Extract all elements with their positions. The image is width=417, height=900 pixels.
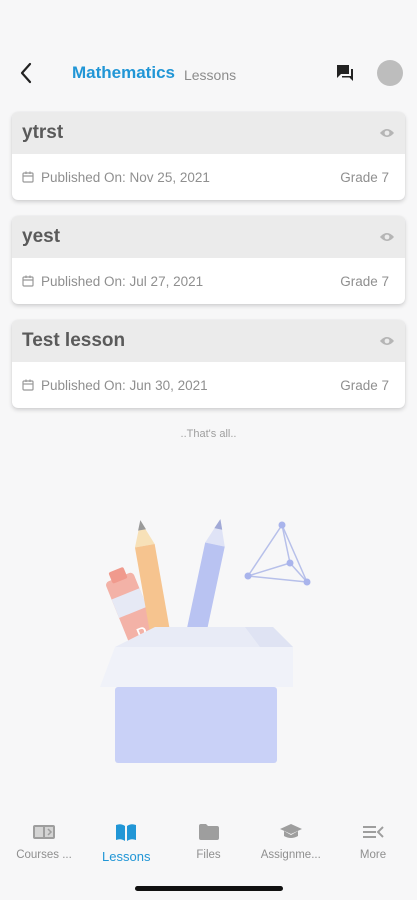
lesson-published-date: Published On: Jun 30, 2021: [41, 377, 208, 393]
graduation-cap-icon: [279, 824, 302, 838]
lessons-book-icon: [116, 824, 137, 841]
lesson-card[interactable]: yest Published On: Jul 27, 2021 Grade 7: [12, 216, 405, 304]
tab-more[interactable]: More: [333, 812, 413, 868]
home-indicator[interactable]: [135, 886, 283, 891]
back-button[interactable]: [14, 58, 38, 88]
lesson-card-header: ytrst: [12, 112, 405, 154]
tab-label: Lessons: [102, 849, 151, 864]
lesson-published-date: Published On: Jul 27, 2021: [41, 273, 204, 289]
lesson-title: yest: [22, 226, 61, 247]
eye-icon[interactable]: [379, 335, 395, 347]
page-subtitle: Lessons: [183, 66, 237, 83]
courses-icon: [33, 825, 55, 839]
app-header: Mathematics Lessons: [0, 50, 417, 96]
calendar-icon: [22, 171, 34, 183]
lesson-card-header: yest: [12, 216, 405, 258]
tab-courses[interactable]: Courses ...: [4, 812, 84, 868]
lesson-card-meta: Published On: Jul 27, 2021 Grade 7: [12, 258, 405, 304]
lesson-grade: Grade 7: [340, 273, 389, 289]
eye-icon[interactable]: [379, 231, 395, 243]
lesson-card-header: Test lesson: [12, 320, 405, 362]
tab-label: More: [359, 849, 387, 861]
lesson-card[interactable]: Test lesson Published On: Jun 30, 2021 G…: [12, 320, 405, 408]
lesson-list: ytrst Published On: Nov 25, 2021 Grade 7…: [12, 112, 405, 424]
status-bar: [0, 0, 417, 48]
chevron-left-icon: [20, 62, 32, 84]
tab-label: Files: [196, 849, 221, 861]
lesson-card-meta: Published On: Nov 25, 2021 Grade 7: [12, 154, 405, 200]
empty-box-illustration: P: [100, 519, 311, 763]
lesson-grade: Grade 7: [340, 169, 389, 185]
lesson-title: Test lesson: [22, 330, 126, 351]
more-list-icon: [363, 826, 384, 838]
lesson-card-meta: Published On: Jun 30, 2021 Grade 7: [12, 362, 405, 408]
calendar-icon: [22, 275, 34, 287]
tab-files[interactable]: Files: [169, 812, 249, 868]
bottom-tab-bar: Courses ... Lessons Files Assignme... Mo…: [0, 812, 417, 868]
tab-label: Courses ...: [16, 849, 72, 861]
lesson-grade: Grade 7: [340, 377, 389, 393]
chat-icon: [337, 65, 353, 81]
lesson-published-date: Published On: Nov 25, 2021: [41, 169, 210, 185]
calendar-icon: [22, 379, 34, 391]
chat-button[interactable]: [333, 61, 357, 85]
end-of-list-text: ..That's all..: [180, 428, 237, 440]
avatar[interactable]: [377, 60, 403, 86]
eye-icon[interactable]: [379, 127, 395, 139]
tab-label: Assignme...: [260, 849, 321, 861]
tab-assignments[interactable]: Assignme...: [251, 812, 331, 868]
lesson-title: ytrst: [22, 122, 64, 143]
tab-lessons[interactable]: Lessons: [86, 812, 166, 868]
lesson-card[interactable]: ytrst Published On: Nov 25, 2021 Grade 7: [12, 112, 405, 200]
page-title: Mathematics: [72, 63, 175, 82]
folder-icon: [198, 824, 219, 840]
